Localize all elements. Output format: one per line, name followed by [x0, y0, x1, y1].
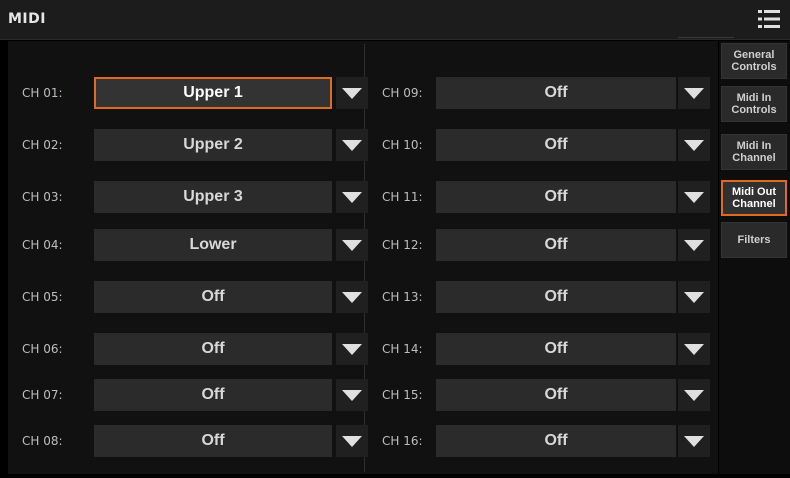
channel-label: CH 03: — [22, 190, 63, 204]
channel-row: CH 01: Upper 1 — [22, 77, 368, 109]
dropdown-arrow-icon[interactable] — [678, 77, 710, 109]
dropdown-arrow-icon[interactable] — [336, 129, 368, 161]
channel-label: CH 12: — [382, 238, 423, 252]
channel-row: CH 08: Off — [22, 425, 368, 457]
side-tab-bar: General Controls Midi In Controls Midi In … — [719, 41, 790, 474]
tab-midi-in-controls[interactable]: Midi In Controls — [721, 86, 787, 122]
channel-label: CH 11: — [382, 190, 423, 204]
channel-assignment-field[interactable]: Off — [94, 379, 332, 411]
channel-assignment-field[interactable]: Off — [436, 181, 676, 213]
channel-assignment-field[interactable]: Off — [94, 281, 332, 313]
hamburger-menu-icon[interactable] — [758, 9, 780, 29]
channel-label: CH 13: — [382, 290, 423, 304]
channel-assignment-field[interactable]: Lower — [94, 229, 332, 261]
channel-label: CH 07: — [22, 388, 63, 402]
channel-assignment-field[interactable]: Off — [436, 425, 676, 457]
channel-assignment-field[interactable]: Off — [436, 281, 676, 313]
channel-row: CH 07: Off — [22, 379, 368, 411]
channel-assignment-field[interactable]: Off — [436, 229, 676, 261]
channel-row: CH 05: Off — [22, 281, 368, 313]
channel-assignment-field[interactable]: Off — [436, 129, 676, 161]
channel-label: CH 09: — [382, 86, 423, 100]
channel-row: CH 02: Upper 2 — [22, 129, 368, 161]
channel-row: CH 06: Off — [22, 333, 368, 365]
dropdown-arrow-icon[interactable] — [678, 181, 710, 213]
channel-row: CH 14: Off — [382, 333, 710, 365]
channel-label: CH 14: — [382, 342, 423, 356]
channel-assignment-field[interactable]: Off — [436, 379, 676, 411]
tab-filters[interactable]: Filters — [721, 222, 787, 258]
dropdown-arrow-icon[interactable] — [336, 281, 368, 313]
channel-label: CH 02: — [22, 138, 63, 152]
channel-label: CH 16: — [382, 434, 423, 448]
channel-assignment-field[interactable]: Off — [94, 425, 332, 457]
dropdown-arrow-icon[interactable] — [336, 425, 368, 457]
channel-label: CH 05: — [22, 290, 63, 304]
channel-assignment-field[interactable]: Upper 1 — [94, 77, 332, 109]
channel-row: CH 04: Lower — [22, 229, 368, 261]
dropdown-arrow-icon[interactable] — [336, 379, 368, 411]
channel-label: CH 06: — [22, 342, 63, 356]
tab-midi-in-channel[interactable]: Midi In Channel — [721, 134, 787, 170]
channel-row: CH 13: Off — [382, 281, 710, 313]
dropdown-arrow-icon[interactable] — [336, 181, 368, 213]
channel-row: CH 09: Off — [382, 77, 710, 109]
tab-midi-out-channel[interactable]: Midi Out Channel — [721, 180, 787, 216]
channel-label: CH 15: — [382, 388, 423, 402]
dropdown-arrow-icon[interactable] — [678, 229, 710, 261]
dropdown-arrow-icon[interactable] — [678, 281, 710, 313]
channel-row: CH 15: Off — [382, 379, 710, 411]
dropdown-arrow-icon[interactable] — [678, 333, 710, 365]
header-divider — [678, 37, 734, 38]
dropdown-arrow-icon[interactable] — [678, 425, 710, 457]
channel-row: CH 16: Off — [382, 425, 710, 457]
channel-assignment-field[interactable]: Upper 3 — [94, 181, 332, 213]
channel-assignment-field[interactable]: Upper 2 — [94, 129, 332, 161]
dropdown-arrow-icon[interactable] — [336, 333, 368, 365]
channel-row: CH 10: Off — [382, 129, 710, 161]
channel-assignment-field[interactable]: Off — [94, 333, 332, 365]
channel-row: CH 12: Off — [382, 229, 710, 261]
channel-label: CH 04: — [22, 238, 63, 252]
dropdown-arrow-icon[interactable] — [336, 77, 368, 109]
channel-label: CH 01: — [22, 86, 63, 100]
page-title: MIDI — [8, 11, 46, 27]
channel-row: CH 11: Off — [382, 181, 710, 213]
channel-assignment-field[interactable]: Off — [436, 333, 676, 365]
channel-label: CH 10: — [382, 138, 423, 152]
channel-row: CH 03: Upper 3 — [22, 181, 368, 213]
dropdown-arrow-icon[interactable] — [678, 129, 710, 161]
channel-assignment-field[interactable]: Off — [436, 77, 676, 109]
dropdown-arrow-icon[interactable] — [336, 229, 368, 261]
dropdown-arrow-icon[interactable] — [678, 379, 710, 411]
channel-label: CH 08: — [22, 434, 63, 448]
tab-general-controls[interactable]: General Controls — [721, 43, 787, 79]
header-bar: MIDI — [0, 0, 790, 40]
